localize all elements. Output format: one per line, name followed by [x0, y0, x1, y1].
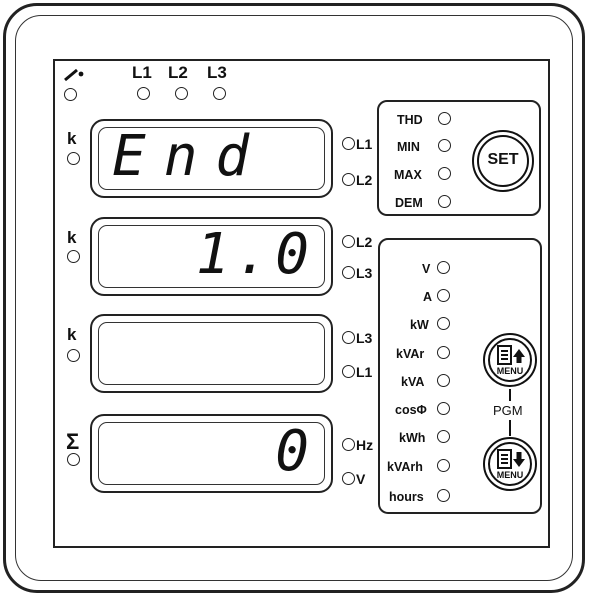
function-label-min: MIN [397, 140, 420, 154]
unit-label-kva: kVA [401, 375, 425, 389]
phase-label-l2: L2 [168, 63, 188, 82]
row2-led [67, 250, 80, 263]
row2-side-label-1: L2 [356, 234, 373, 250]
row2-side-led-2 [342, 266, 355, 279]
pgm-label: PGM [493, 403, 523, 418]
row2-prefix: k [67, 228, 77, 247]
row3-side-led-1 [342, 331, 355, 344]
menu-up-button[interactable]: MENU [483, 333, 537, 387]
unit-led-kva [437, 374, 450, 387]
phase-led-l3 [213, 87, 226, 100]
unit-led-hours [437, 489, 450, 502]
function-led-max [438, 167, 451, 180]
row1-side-led-2 [342, 173, 355, 186]
function-led-min [438, 139, 451, 152]
unit-led-kvarh [437, 459, 450, 472]
function-led-thd [438, 112, 451, 125]
row3-prefix: k [67, 325, 77, 344]
menu-up-icon [497, 345, 525, 365]
unit-led-a [437, 289, 450, 302]
function-label-max: MAX [394, 168, 422, 182]
unit-label-hours: hours [389, 490, 424, 504]
menu-down-label: MENU [496, 470, 524, 480]
unit-label-a: A [423, 290, 433, 304]
display-row-4-value: 0 [275, 419, 315, 484]
display-row-2: 1.0 [90, 217, 333, 296]
unit-label-cosphi: cosΦ [395, 403, 427, 417]
unit-label-kw: kW [410, 318, 429, 332]
function-label-dem: DEM [395, 196, 423, 210]
display-row-1: End [90, 119, 333, 198]
phase-led-l2 [175, 87, 188, 100]
display-row-1-value: End [112, 124, 268, 189]
breaker-led [64, 88, 77, 101]
unit-label-kvarh: kVArh [387, 460, 423, 474]
display-row-2-value: 1.0 [195, 222, 315, 287]
function-led-dem [438, 195, 451, 208]
row4-side-label-1: Hz [356, 437, 374, 453]
row3-side-led-2 [342, 365, 355, 378]
row1-side-label-2: L2 [356, 172, 373, 188]
function-label-thd: THD [397, 113, 423, 127]
unit-led-v [437, 261, 450, 274]
row3-side-label-1: L3 [356, 330, 373, 346]
row1-led [67, 152, 80, 165]
row4-side-led-2 [342, 472, 355, 485]
row4-sigma-prefix: Σ [66, 429, 80, 454]
menu-down-icon [497, 449, 525, 469]
set-button-label: SET [487, 151, 519, 168]
menu-up-label: MENU [496, 366, 524, 376]
unit-label-v: V [422, 262, 431, 276]
row1-side-led-1 [342, 137, 355, 150]
row4-side-led-1 [342, 438, 355, 451]
display-row-3 [90, 314, 333, 393]
row2-side-label-2: L3 [356, 265, 373, 281]
row3-led [67, 349, 80, 362]
breaker-icon [64, 68, 84, 82]
unit-led-kwh [437, 430, 450, 443]
phase-label-l1: L1 [132, 63, 152, 82]
row2-side-led-1 [342, 235, 355, 248]
unit-led-cosphi [437, 402, 450, 415]
row1-side-label-1: L1 [356, 136, 373, 152]
phase-led-l1 [137, 87, 150, 100]
pgm-connector-bottom [509, 420, 511, 436]
row4-led [67, 453, 80, 466]
display-row-4: 0 [90, 414, 333, 493]
unit-label-kvar: kVAr [396, 347, 425, 361]
unit-led-kw [437, 317, 450, 330]
menu-down-button[interactable]: MENU [483, 437, 537, 491]
pgm-connector-top [509, 389, 511, 401]
row4-side-label-2: V [356, 471, 366, 487]
set-button[interactable]: SET [472, 130, 534, 192]
unit-label-kwh: kWh [399, 431, 426, 445]
row1-prefix: k [67, 129, 77, 148]
unit-led-kvar [437, 346, 450, 359]
row3-side-label-2: L1 [356, 364, 373, 380]
phase-label-l3: L3 [207, 63, 227, 82]
